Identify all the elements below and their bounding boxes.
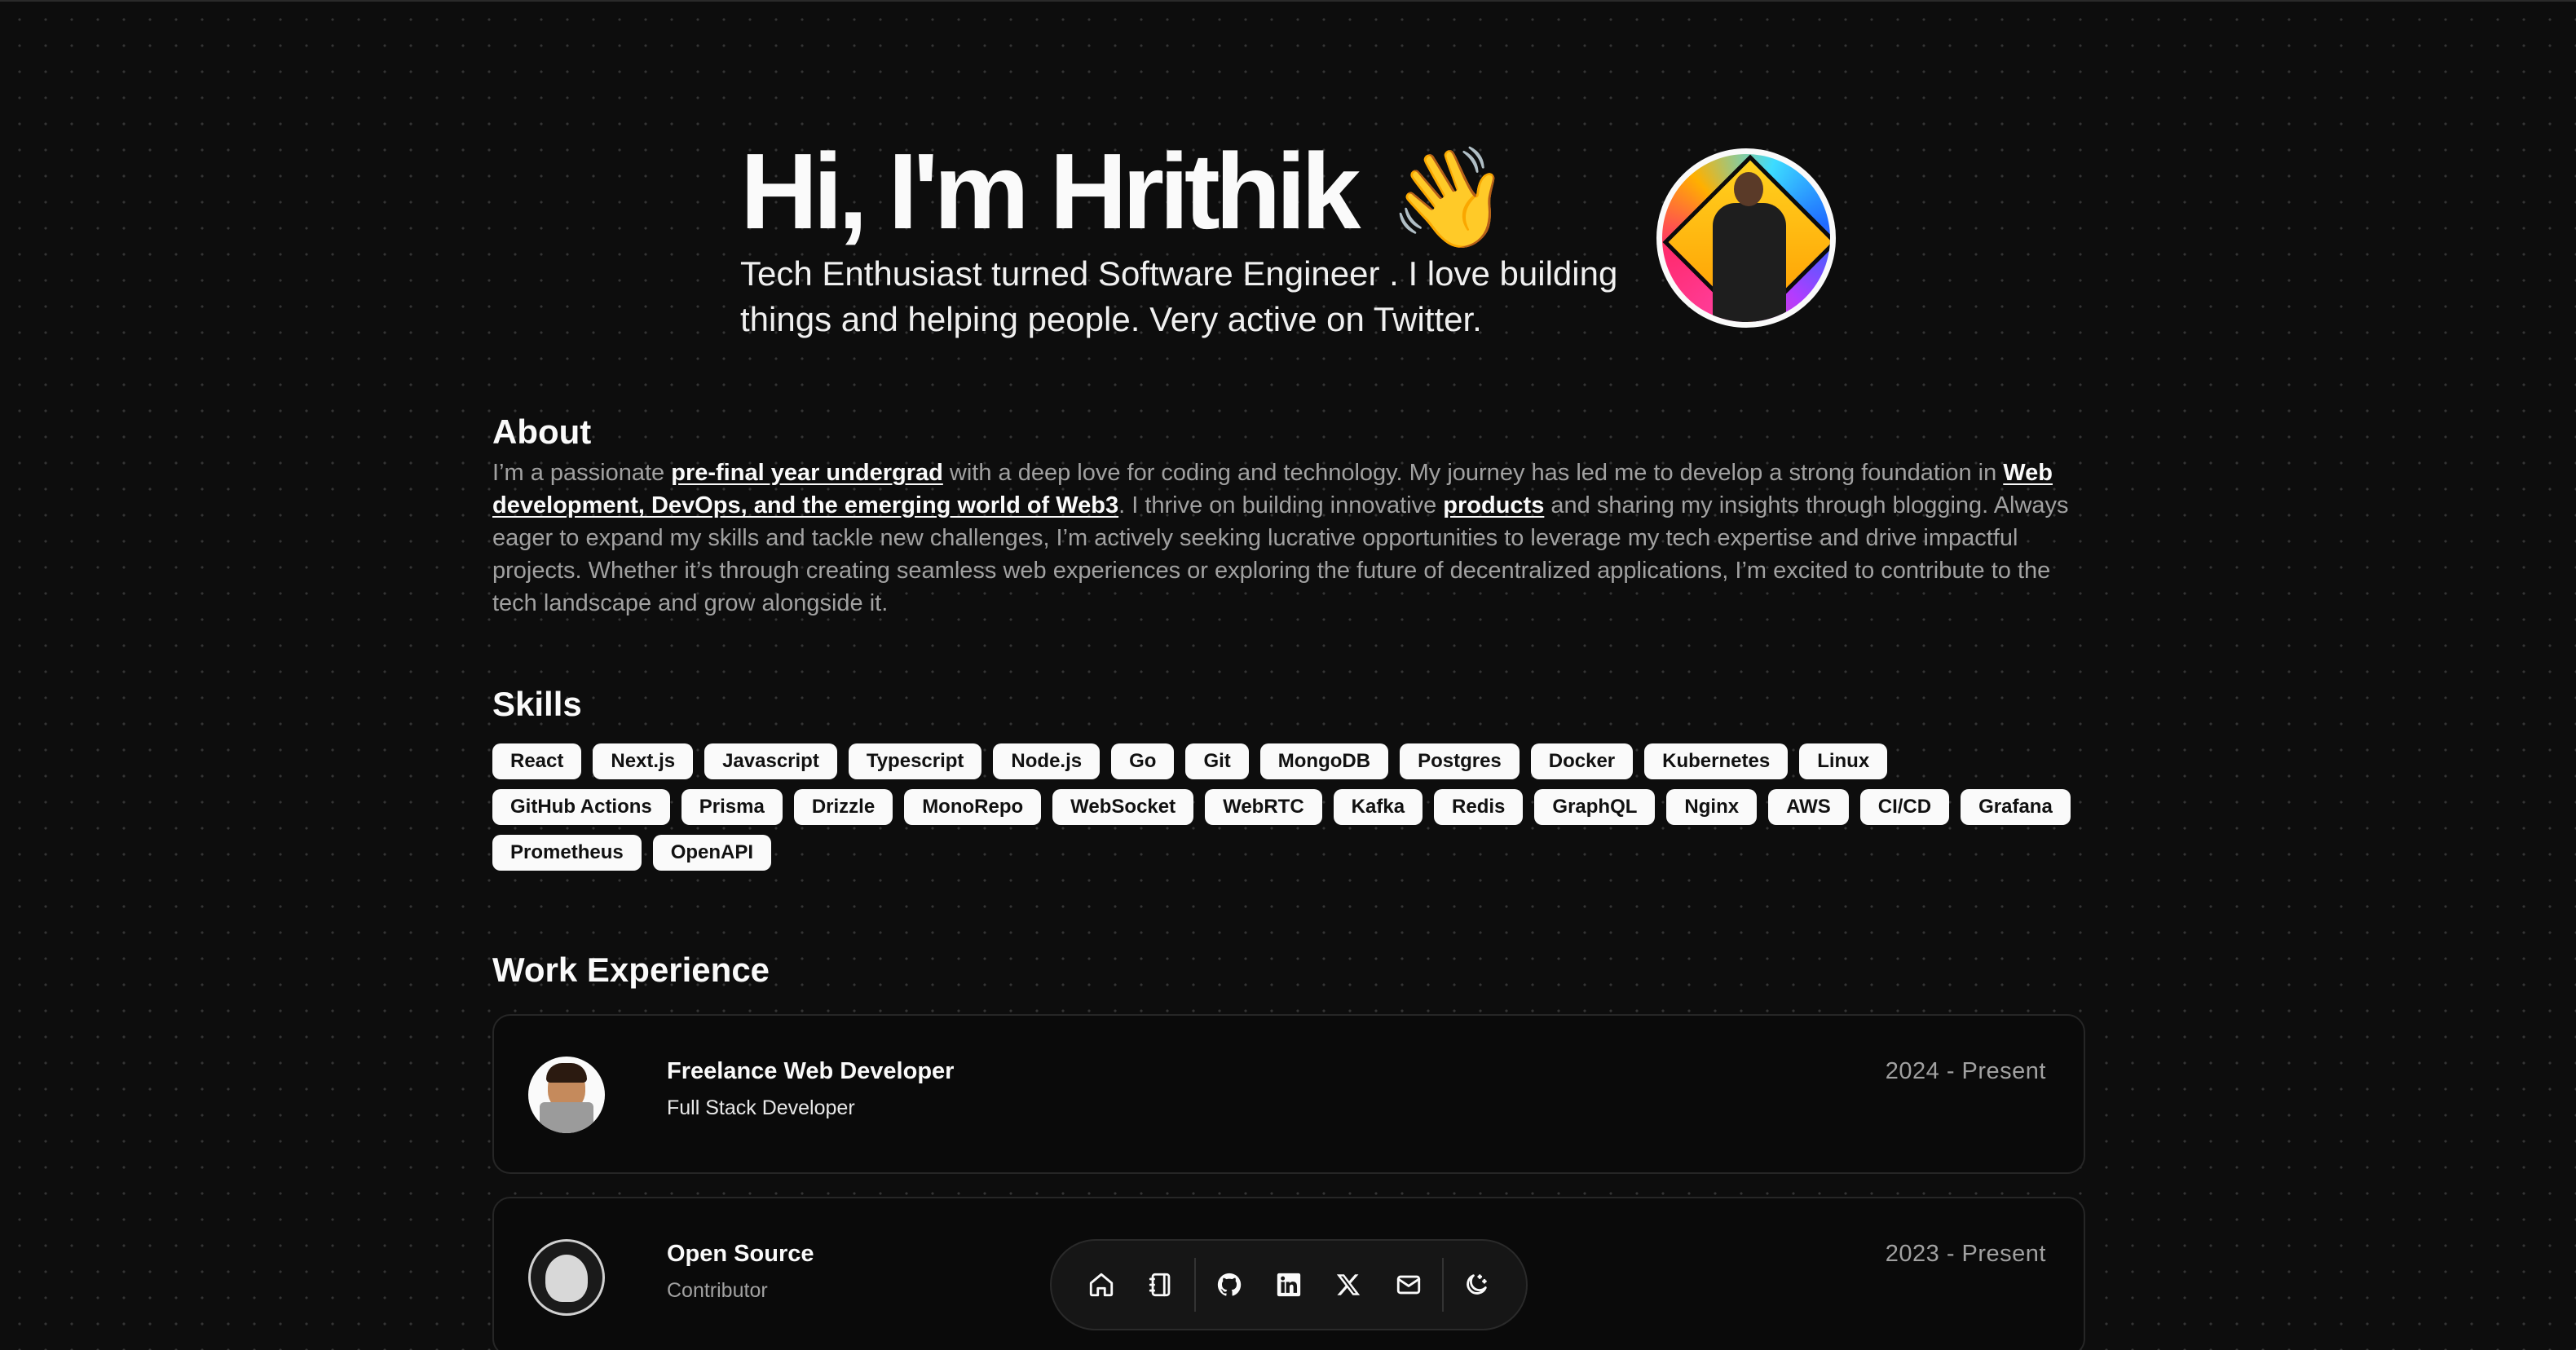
bottom-dock [1050,1239,1528,1330]
skill-chip[interactable]: CI/CD [1859,789,1950,825]
skills-heading: Skills [492,685,582,723]
skills-section: Skills React Next.js Javascript Typescript N… [492,682,2090,871]
github-octocat-icon [528,1239,605,1316]
skill-chip[interactable]: Kafka [1333,789,1423,825]
freelancer-avatar-icon [528,1057,605,1133]
skill-chip[interactable]: Grafana [1961,789,2071,825]
skill-chip[interactable]: GraphQL [1534,789,1656,825]
hero-title: Hi, I'm Hrithik 👋 [740,130,1511,259]
greeting-text: Hi, I'm Hrithik [740,131,1361,251]
mail-icon[interactable] [1383,1258,1433,1312]
skill-chip[interactable]: Typescript [848,743,982,779]
skill-list: React Next.js Javascript Typescript Node.js G… [492,743,2074,871]
dock-separator [1193,1258,1196,1312]
skill-chip[interactable]: AWS [1768,789,1849,825]
skill-chip[interactable]: Redis [1434,789,1524,825]
x-icon[interactable] [1324,1258,1374,1312]
profile-avatar [1656,148,1836,328]
dock-separator [1441,1258,1444,1312]
about-text: I’m a passionate pre-final year undergra… [492,460,2069,616]
products-link[interactable]: products [1443,492,1544,518]
skill-chip[interactable]: WebRTC [1205,789,1322,825]
skill-chip[interactable]: Nginx [1666,789,1758,825]
skill-chip[interactable]: Next.js [593,743,694,779]
work-heading: Work Experience [492,951,770,989]
skill-chip[interactable]: GitHub Actions [492,789,670,825]
github-icon[interactable] [1204,1258,1254,1312]
skill-chip[interactable]: Kubernetes [1644,743,1789,779]
wave-emoji: 👋 [1388,143,1511,253]
job-role: Contributor [667,1279,768,1302]
job-role: Full Stack Developer [667,1096,855,1119]
skill-chip[interactable]: Docker [1530,743,1634,779]
skill-chip[interactable]: MongoDB [1259,743,1389,779]
about-section: About I’m a passionate pre-final year un… [492,409,2090,620]
skill-chip[interactable]: Javascript [704,743,837,779]
job-title: Open Source [667,1241,814,1267]
hero: Hi, I'm Hrithik 👋 Tech Enthusiast turned … [740,130,1849,351]
skill-chip[interactable]: Prometheus [492,835,642,871]
theme-toggle-icon[interactable] [1452,1258,1502,1312]
skill-chip[interactable]: MonoRepo [904,789,1042,825]
undergrad-link[interactable]: pre-final year undergrad [671,460,943,486]
skill-chip[interactable]: React [492,743,582,779]
job-date: 2024 - Present [1885,1058,2046,1084]
skill-chip[interactable]: Go [1111,743,1175,779]
skill-chip[interactable]: Prisma [681,789,783,825]
job-date: 2023 - Present [1885,1241,2046,1267]
work-section: Work Experience Freelance Web Developer … [492,947,2090,1350]
skill-chip[interactable]: Drizzle [793,789,893,825]
skill-chip[interactable]: Linux [1799,743,1888,779]
hero-subtitle: Tech Enthusiast turned Software Engineer… [740,254,1618,338]
job-card-freelance[interactable]: Freelance Web Developer Full Stack Devel… [492,1014,2085,1174]
skill-chip[interactable]: WebSocket [1052,789,1194,825]
home-icon[interactable] [1076,1258,1126,1312]
linkedin-icon[interactable] [1264,1258,1313,1312]
skill-chip[interactable]: Git [1185,743,1249,779]
skill-chip[interactable]: OpenAPI [652,835,772,871]
about-heading: About [492,412,592,451]
job-title: Freelance Web Developer [667,1058,955,1084]
notebook-icon[interactable] [1136,1258,1185,1312]
skill-chip[interactable]: Node.js [993,743,1101,779]
skill-chip[interactable]: Postgres [1400,743,1520,779]
top-border [0,0,2576,2]
